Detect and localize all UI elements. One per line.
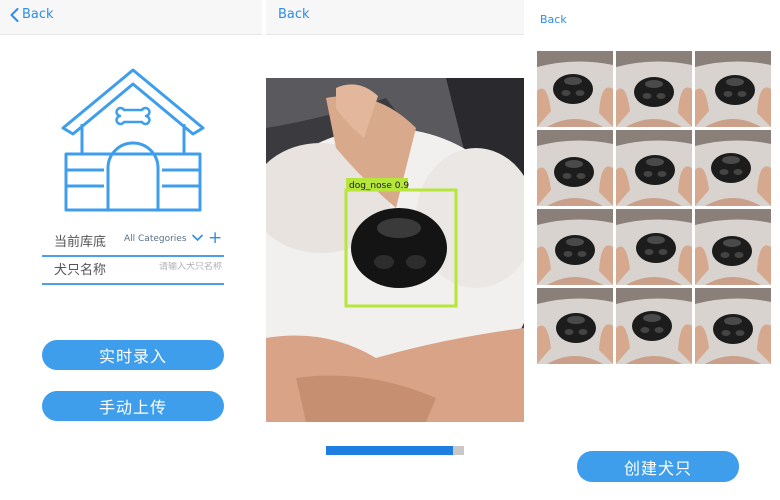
library-row: 当前库底 All Categories + [42, 228, 224, 257]
gallery-screen: Back 创建犬只 [530, 0, 780, 500]
back-button[interactable]: Back [278, 7, 310, 22]
nav-bar: Back [266, 0, 524, 35]
doghouse-logo-icon [61, 68, 205, 212]
dog-name-input[interactable] [150, 262, 222, 272]
nose-thumbnail[interactable] [695, 209, 771, 285]
detection-confidence: 0.9 [395, 181, 410, 191]
add-library-icon[interactable]: + [208, 229, 222, 247]
nose-thumbnail[interactable] [616, 51, 692, 127]
progress-bar [326, 446, 464, 455]
nose-thumbnail-grid [537, 51, 773, 364]
nose-thumbnail[interactable] [537, 209, 613, 285]
realtime-entry-button[interactable]: 实时录入 [42, 340, 224, 370]
back-button[interactable]: Back [10, 7, 54, 22]
nose-thumbnail[interactable] [695, 51, 771, 127]
nav-bar: Back [530, 0, 780, 38]
create-dog-button[interactable]: 创建犬只 [577, 451, 739, 482]
register-screen: Back 当前库底 All Categories + 犬只名称 实时录入 手动上… [0, 0, 262, 500]
back-label: Back [540, 13, 567, 26]
dog-name-row: 犬只名称 [42, 256, 224, 285]
chevron-down-icon[interactable] [192, 234, 203, 242]
back-label: Back [278, 7, 310, 22]
camera-preview: dog_nose 0.9 [266, 78, 524, 422]
nav-bar: Back [0, 0, 262, 35]
progress-fill [326, 446, 453, 455]
nose-thumbnail[interactable] [616, 288, 692, 364]
category-select[interactable]: All Categories [124, 234, 187, 244]
capture-screen: Back dog_nose 0.9 [266, 0, 524, 500]
current-library-label: 当前库底 [54, 235, 107, 250]
nose-thumbnail[interactable] [616, 209, 692, 285]
nose-thumbnail[interactable] [537, 51, 613, 127]
manual-upload-button[interactable]: 手动上传 [42, 391, 224, 421]
back-button[interactable]: Back [540, 13, 567, 26]
nose-thumbnail[interactable] [537, 130, 613, 206]
chevron-left-icon [10, 7, 19, 22]
detection-class: dog_nose [349, 181, 392, 191]
nose-thumbnail[interactable] [695, 288, 771, 364]
nose-thumbnail[interactable] [695, 130, 771, 206]
detection-label: dog_nose 0.9 [349, 181, 409, 191]
nose-thumbnail[interactable] [616, 130, 692, 206]
back-label: Back [22, 7, 54, 22]
dog-name-label: 犬只名称 [54, 263, 107, 278]
nose-thumbnail[interactable] [537, 288, 613, 364]
